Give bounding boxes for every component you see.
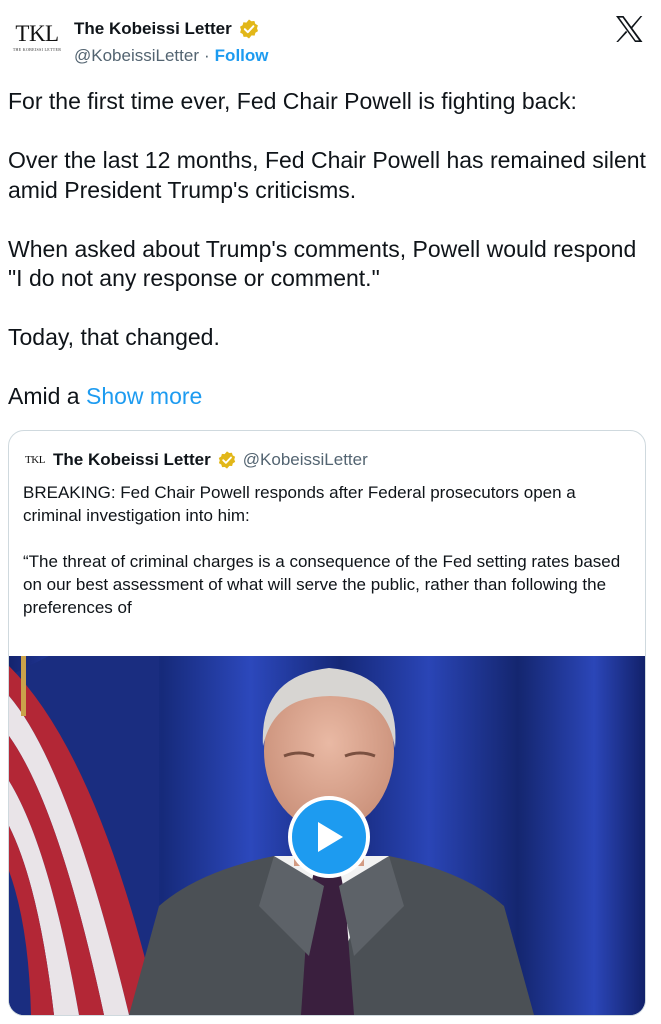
x-logo-icon[interactable] [614, 15, 644, 43]
quoted-tweet-header: TKL The Kobeissi Letter @KobeissiLetter [23, 447, 368, 473]
follow-button[interactable]: Follow [215, 46, 269, 66]
show-more-link[interactable]: Show more [86, 383, 202, 409]
truncated-text: Amid a [8, 383, 80, 409]
video-thumbnail[interactable] [9, 656, 645, 1015]
tweet-truncated-paragraph: Amid a Show more [8, 382, 648, 412]
tweet-paragraph: Over the last 12 months, Fed Chair Powel… [8, 147, 646, 203]
quoted-author-name: The Kobeissi Letter [53, 450, 211, 469]
tweet-paragraph: For the first time ever, Fed Chair Powel… [8, 88, 577, 114]
author-display-name[interactable]: The Kobeissi Letter [74, 19, 232, 39]
quoted-tweet-card[interactable]: TKL The Kobeissi Letter @KobeissiLetter … [8, 430, 646, 1016]
tweet-paragraph: Today, that changed. [8, 324, 220, 350]
tweet-paragraph: When asked about Trump's comments, Powel… [8, 235, 637, 292]
author-name-row: The Kobeissi Letter [74, 16, 260, 42]
verified-badge-icon [239, 19, 258, 39]
author-handle[interactable]: @KobeissiLetter [74, 46, 199, 66]
author-handle-row: @KobeissiLetter · Follow [74, 46, 269, 66]
verified-badge-icon [218, 451, 235, 469]
play-icon [318, 822, 343, 852]
tweet-text: For the first time ever, Fed Chair Powel… [8, 87, 648, 412]
quoted-paragraph: “The threat of criminal charges is a con… [23, 552, 621, 617]
quoted-paragraph: BREAKING: Fed Chair Powell responds afte… [23, 483, 576, 525]
avatar-logo-text: TKL [15, 20, 59, 46]
flag-illustration [9, 656, 159, 1015]
avatar-logo-subtext: THE KOBEISSI LETTER [12, 46, 62, 52]
quoted-author-avatar: TKL [25, 454, 45, 466]
play-button[interactable] [288, 796, 370, 878]
quoted-tweet-text: BREAKING: Fed Chair Powell responds afte… [23, 481, 635, 619]
author-avatar[interactable]: TKL THE KOBEISSI LETTER [8, 14, 66, 60]
quoted-author-handle: @KobeissiLetter [242, 450, 368, 469]
tweet-header: TKL THE KOBEISSI LETTER The Kobeissi Let… [0, 0, 661, 80]
handle-separator: · [204, 46, 210, 65]
